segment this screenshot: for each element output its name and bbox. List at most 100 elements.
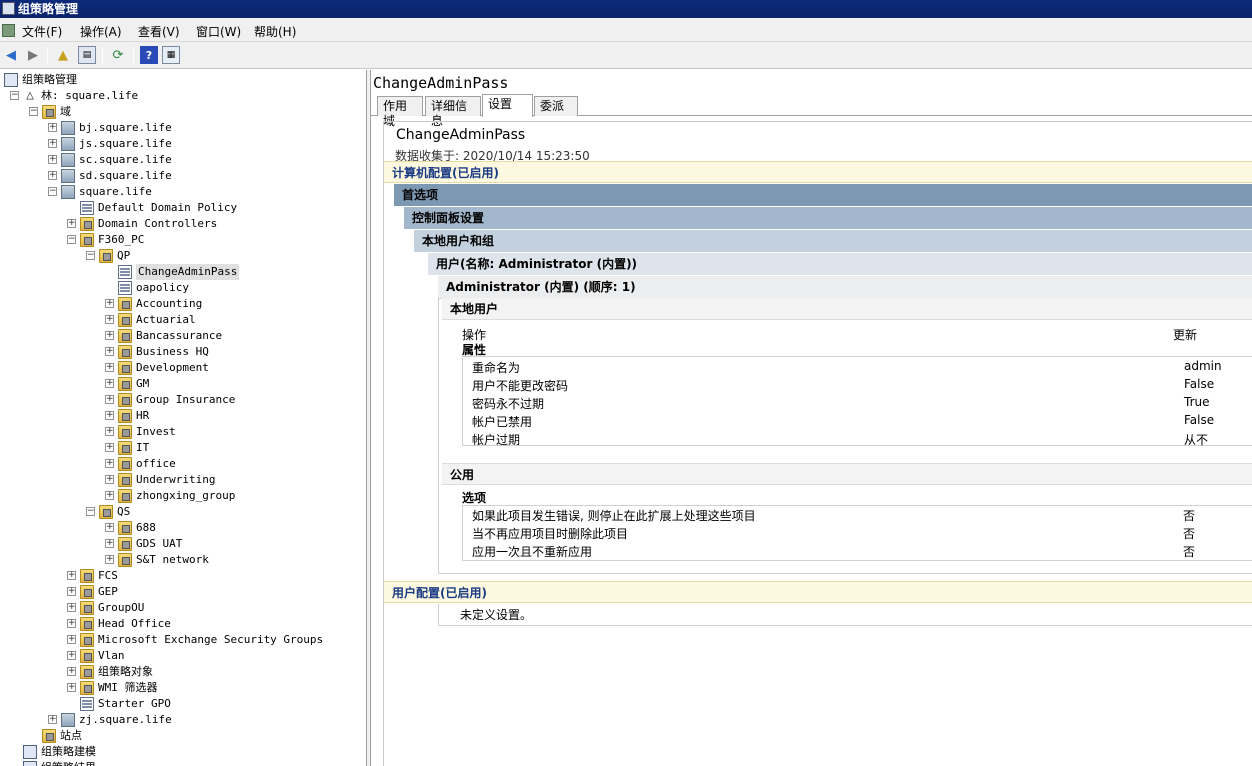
tab-scope[interactable]: 作用域 [377, 96, 423, 128]
expand-icon[interactable]: + [105, 555, 114, 564]
tree-item-bj-square-life[interactable]: + bj.square.life [0, 120, 366, 136]
tree-item-underwriting[interactable]: + Underwriting [0, 472, 366, 488]
control-panel-heading[interactable]: 控制面板设置 [404, 207, 1252, 229]
tree-item-fcs[interactable]: + FCS [0, 568, 366, 584]
tree-item-gep[interactable]: + GEP [0, 584, 366, 600]
menu-action[interactable]: 操作(A) [80, 23, 122, 40]
tree-item-microsoft-exchange-security-groups[interactable]: + Microsoft Exchange Security Groups [0, 632, 366, 648]
expand-icon[interactable]: + [48, 171, 57, 180]
tree-item-hr[interactable]: + HR [0, 408, 366, 424]
tree-item-development[interactable]: + Development [0, 360, 366, 376]
collapse-icon[interactable]: − [67, 235, 76, 244]
expand-icon[interactable]: + [105, 315, 114, 324]
expand-icon[interactable]: + [48, 715, 57, 724]
tree-item-sc-square-life[interactable]: + sc.square.life [0, 152, 366, 168]
forward-arrow-icon[interactable]: ▶ [24, 46, 42, 64]
expand-icon[interactable]: + [67, 651, 76, 660]
menu-help[interactable]: 帮助(H) [254, 23, 296, 40]
tree-item-domain-controllers[interactable]: + Domain Controllers [0, 216, 366, 232]
tab-delegation[interactable]: 委派 [534, 96, 578, 116]
expand-icon[interactable]: + [105, 475, 114, 484]
tree-item-组策略对象[interactable]: + 组策略对象 [0, 664, 366, 680]
tree-item-oapolicy[interactable]: oapolicy [0, 280, 366, 296]
collapse-icon[interactable]: − [86, 251, 95, 260]
tree-item-accounting[interactable]: + Accounting [0, 296, 366, 312]
tree-item-s-t-network[interactable]: + S&T network [0, 552, 366, 568]
back-arrow-icon[interactable]: ◀ [2, 46, 20, 64]
common-heading[interactable]: 公用 [442, 463, 1252, 485]
tab-details[interactable]: 详细信息 [425, 96, 481, 128]
expand-icon[interactable]: + [48, 155, 57, 164]
tree-item-changeadminpass[interactable]: ChangeAdminPass [0, 264, 366, 280]
tree-item-688[interactable]: +688 [0, 520, 366, 536]
expand-icon[interactable]: + [105, 395, 114, 404]
expand-icon[interactable]: + [105, 331, 114, 340]
tree-item-域[interactable]: − 域 [0, 104, 366, 120]
tree-item-林-square-life[interactable]: − △ 林: square.life [0, 88, 366, 104]
tree-item-组策略建模[interactable]: 组策略建模 [0, 744, 366, 760]
expand-icon[interactable]: + [67, 683, 76, 692]
collapse-icon[interactable]: − [48, 187, 57, 196]
tree-item-qp[interactable]: − QP [0, 248, 366, 264]
tree-item-zhongxing-group[interactable]: + zhongxing_group [0, 488, 366, 504]
show-hide-tree-icon[interactable]: ▤ [78, 46, 96, 64]
tree-item-站点[interactable]: 站点 [0, 728, 366, 744]
expand-icon[interactable]: + [105, 411, 114, 420]
tree-item-square-life[interactable]: − square.life [0, 184, 366, 200]
tree-item-group-insurance[interactable]: + Group Insurance [0, 392, 366, 408]
tree-item-gm[interactable]: + GM [0, 376, 366, 392]
menu-file[interactable]: 文件(F) [22, 23, 62, 40]
collapse-icon[interactable]: − [10, 91, 19, 100]
expand-icon[interactable]: + [105, 347, 114, 356]
expand-icon[interactable]: + [67, 571, 76, 580]
expand-icon[interactable]: + [67, 619, 76, 628]
local-user-heading[interactable]: 本地用户 [442, 298, 1252, 320]
expand-icon[interactable]: + [105, 379, 114, 388]
expand-icon[interactable]: + [105, 539, 114, 548]
preferences-heading[interactable]: 首选项 [394, 184, 1252, 206]
user-config-heading[interactable]: 用户配置(已启用) [384, 581, 1252, 603]
tree-item-zj-square-life[interactable]: + zj.square.life [0, 712, 366, 728]
expand-icon[interactable]: + [105, 523, 114, 532]
tree-item-actuarial[interactable]: + Actuarial [0, 312, 366, 328]
tab-settings[interactable]: 设置 [482, 94, 533, 117]
tree-item-starter-gpo[interactable]: Starter GPO [0, 696, 366, 712]
tree-item-default-domain-policy[interactable]: Default Domain Policy [0, 200, 366, 216]
expand-icon[interactable]: + [105, 459, 114, 468]
admin-item-heading[interactable]: Administrator (内置) (顺序: 1) [438, 276, 1252, 298]
properties-icon[interactable]: ▦ [162, 46, 180, 64]
expand-icon[interactable]: + [67, 667, 76, 676]
tree-item-office[interactable]: + office [0, 456, 366, 472]
expand-icon[interactable]: + [48, 123, 57, 132]
expand-icon[interactable]: + [105, 427, 114, 436]
expand-icon[interactable]: + [67, 635, 76, 644]
expand-icon[interactable]: + [105, 491, 114, 500]
system-menu-icon[interactable] [2, 24, 15, 37]
tree-item-f360-pc[interactable]: − F360_PC [0, 232, 366, 248]
tree-item-vlan[interactable]: + Vlan [0, 648, 366, 664]
tree-item-groupou[interactable]: + GroupOU [0, 600, 366, 616]
user-item-heading[interactable]: 用户(名称: Administrator (内置)) [428, 253, 1252, 275]
expand-icon[interactable]: + [105, 299, 114, 308]
tree-item-组策略结果[interactable]: 组策略结果 [0, 760, 366, 766]
expand-icon[interactable]: + [48, 139, 57, 148]
expand-icon[interactable]: + [67, 219, 76, 228]
up-folder-icon[interactable]: ▲ [54, 46, 72, 64]
tree-item-js-square-life[interactable]: + js.square.life [0, 136, 366, 152]
collapse-icon[interactable]: − [29, 107, 38, 116]
tree-item-qs[interactable]: − QS [0, 504, 366, 520]
menu-window[interactable]: 窗口(W) [196, 23, 241, 40]
local-users-groups-heading[interactable]: 本地用户和组 [414, 230, 1252, 252]
expand-icon[interactable]: + [105, 443, 114, 452]
tree-item-bancassurance[interactable]: + Bancassurance [0, 328, 366, 344]
tree-item-组策略管理[interactable]: 组策略管理 [0, 72, 366, 88]
tree-item-it[interactable]: + IT [0, 440, 366, 456]
tree-item-business-hq[interactable]: + Business HQ [0, 344, 366, 360]
help-icon[interactable]: ? [140, 46, 158, 64]
expand-icon[interactable]: + [67, 587, 76, 596]
tree-item-wmi-筛选器[interactable]: + WMI 筛选器 [0, 680, 366, 696]
tree-item-sd-square-life[interactable]: + sd.square.life [0, 168, 366, 184]
expand-icon[interactable]: + [105, 363, 114, 372]
refresh-icon[interactable]: ⟳ [109, 46, 127, 64]
expand-icon[interactable]: + [67, 603, 76, 612]
